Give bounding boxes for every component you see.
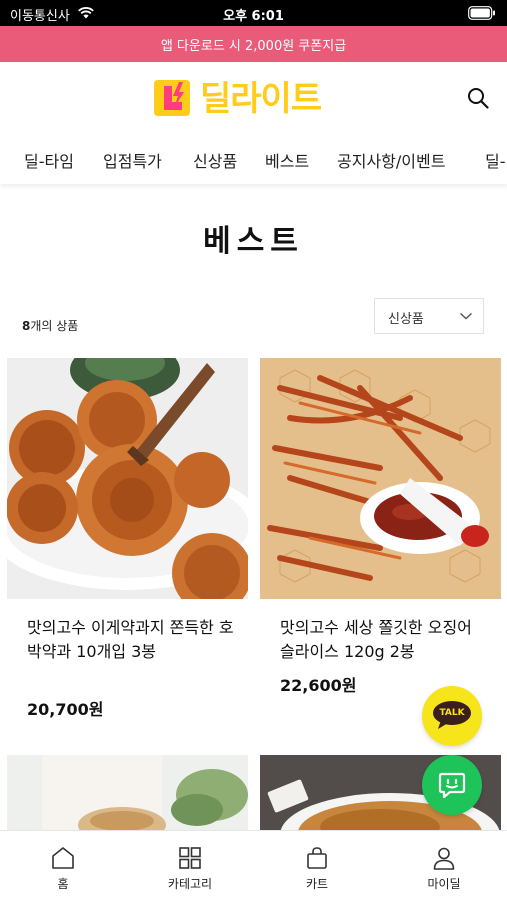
home-icon — [52, 847, 74, 869]
bottom-nav-mypage[interactable]: 마이딜 — [381, 831, 507, 900]
product-image[interactable] — [7, 755, 248, 830]
bottom-nav-home[interactable]: 홈 — [0, 831, 126, 900]
bottom-nav-category[interactable]: 카테고리 — [127, 831, 253, 900]
logo-mark-icon — [154, 80, 190, 116]
chat-button[interactable] — [422, 755, 482, 815]
product-count: 8개의 상품 — [22, 317, 78, 334]
person-icon — [433, 847, 455, 870]
product-name[interactable]: 맛의고수 세상 쫄깃한 오징어 슬라이스 120g 2봉 — [280, 616, 488, 664]
grid-icon — [179, 847, 201, 869]
tab-deal-time[interactable]: 딜-타임 — [24, 148, 74, 172]
product-image[interactable] — [260, 358, 501, 599]
category-nav: 딜-타임 입점특가 신상품 베스트 공지사항/이벤트 딜- — [0, 134, 507, 184]
status-bar: 이동통신사 오후 6:01 — [0, 0, 507, 26]
chevron-down-icon — [460, 312, 472, 320]
tab-deal-partial[interactable]: 딜- — [485, 148, 506, 172]
sort-select[interactable]: 신상품 — [374, 298, 484, 334]
product-price: 20,700원 — [27, 700, 104, 719]
sort-selected-label: 신상품 — [388, 312, 424, 327]
header: 딜라이트 — [0, 62, 507, 134]
promo-banner-text: 앱 다운로드 시 2,000원 쿠폰지급 — [160, 38, 347, 54]
status-time: 오후 6:01 — [223, 9, 284, 24]
bottom-nav-mypage-label: 마이딜 — [427, 877, 461, 891]
tab-notice-event[interactable]: 공지사항/이벤트 — [337, 148, 445, 172]
bag-icon — [307, 847, 327, 869]
promo-banner[interactable]: 앱 다운로드 시 2,000원 쿠폰지급 — [0, 26, 507, 62]
logo[interactable]: 딜라이트 — [150, 76, 360, 122]
product-card[interactable]: 맛의고수 이게약과지 쫀득한 호박약과 10개입 3봉 20,700원 — [0, 340, 265, 719]
logo-text: 딜라이트 — [200, 79, 322, 119]
battery-icon — [468, 6, 495, 20]
tab-new-products[interactable]: 신상품 — [193, 148, 237, 172]
bottom-nav-category-label: 카테고리 — [167, 877, 213, 891]
kakao-talk-button[interactable]: TALK — [422, 686, 482, 746]
product-name[interactable]: 맛의고수 이게약과지 쫀득한 호박약과 10개입 3봉 — [27, 616, 235, 664]
page-title: 베스트 — [203, 224, 304, 259]
message-icon — [438, 772, 466, 799]
product-count-suffix: 개의 상품 — [30, 319, 79, 333]
bottom-nav-home-label: 홈 — [57, 877, 69, 891]
tab-store-special[interactable]: 입점특가 — [103, 148, 162, 172]
tab-best[interactable]: 베스트 — [265, 148, 309, 172]
bottom-nav-cart[interactable]: 카트 — [254, 831, 380, 900]
product-image[interactable] — [0, 340, 265, 613]
bottom-nav-cart-label: 카트 — [305, 877, 329, 891]
search-icon[interactable] — [466, 86, 490, 110]
product-card[interactable]: 맛의고수 세상 쫄깃한 오징어 슬라이스 120g 2봉 22,600원 — [260, 358, 501, 695]
bottom-nav: 홈 카테고리 카트 마이딜 — [0, 830, 507, 900]
product-price: 22,600원 — [280, 676, 357, 695]
talk-label: TALK — [439, 708, 465, 718]
